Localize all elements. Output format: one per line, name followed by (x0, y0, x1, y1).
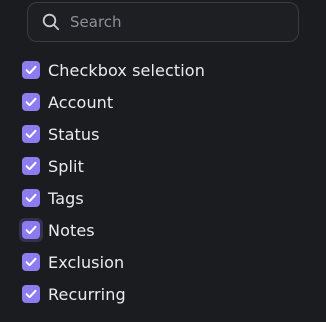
column-selector-panel: Checkbox selection Account Status Split … (0, 0, 326, 322)
checkmark-icon (25, 129, 37, 139)
checkbox[interactable] (19, 218, 43, 242)
option-label: Status (48, 124, 100, 144)
checkbox[interactable] (22, 61, 40, 79)
checkmark-icon (25, 65, 37, 75)
option-label: Split (48, 156, 84, 176)
checkbox[interactable] (22, 157, 40, 175)
option-tags[interactable]: Tags (22, 182, 312, 214)
option-split[interactable]: Split (22, 150, 312, 182)
option-recurring[interactable]: Recurring (22, 278, 312, 310)
checkmark-icon (25, 193, 37, 203)
option-checkbox-selection[interactable]: Checkbox selection (22, 54, 312, 86)
checkbox[interactable] (22, 189, 40, 207)
checkbox[interactable] (22, 285, 40, 303)
checkbox[interactable] (22, 93, 40, 111)
search-box[interactable] (27, 2, 299, 42)
option-label: Exclusion (48, 252, 125, 272)
option-label: Account (48, 92, 114, 112)
checkmark-icon (25, 225, 37, 235)
checkmark-icon (25, 289, 37, 299)
search-input[interactable] (70, 13, 280, 31)
option-label: Checkbox selection (48, 60, 205, 80)
checkmark-icon (25, 161, 37, 171)
checkmark-icon (25, 257, 37, 267)
option-exclusion[interactable]: Exclusion (22, 246, 312, 278)
search-icon (42, 13, 60, 31)
checkmark-icon (25, 97, 37, 107)
option-notes[interactable]: Notes (19, 214, 312, 246)
column-options-list: Checkbox selection Account Status Split … (19, 54, 312, 310)
checkbox[interactable] (22, 253, 40, 271)
option-label: Tags (48, 188, 84, 208)
option-status[interactable]: Status (22, 118, 312, 150)
option-label: Recurring (48, 284, 126, 304)
option-label: Notes (48, 220, 95, 240)
checkbox[interactable] (22, 125, 40, 143)
option-account[interactable]: Account (22, 86, 312, 118)
